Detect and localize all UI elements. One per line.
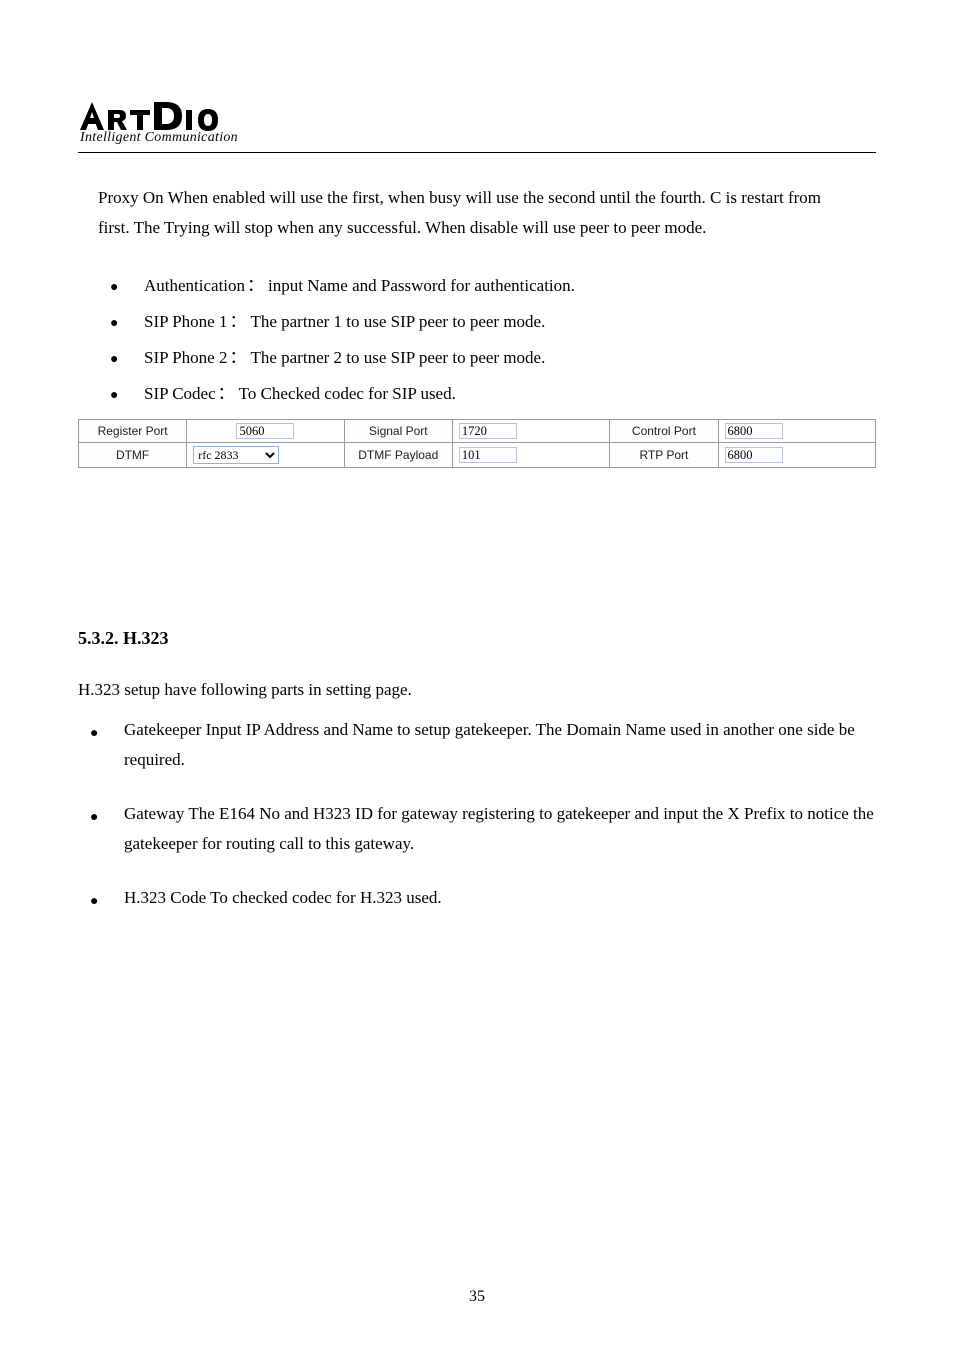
h323-item-label: Gateway <box>124 804 184 823</box>
register-port-input[interactable] <box>236 423 294 439</box>
h323-item-text: To checked codec for H.323 used. <box>210 888 442 907</box>
control-port-input[interactable] <box>725 423 783 439</box>
dtmf-payload-input[interactable] <box>459 447 517 463</box>
control-port-cell <box>718 420 875 443</box>
signal-port-input[interactable] <box>459 423 517 439</box>
register-port-cell <box>187 420 344 443</box>
bullet-colon: ： <box>245 276 268 295</box>
signal-port-label: Signal Port <box>344 420 452 443</box>
dtmf-payload-cell <box>452 443 609 468</box>
bullet-label: SIP Phone 2 <box>144 348 227 367</box>
page-root: Intelligent Communication Proxy On When … <box>0 0 954 1350</box>
bullet-label: SIP Codec <box>144 384 216 403</box>
dtmf-label: DTMF <box>79 443 187 468</box>
header-divider <box>78 152 876 153</box>
h323-bullet-list: Gatekeeper Input IP Address and Name to … <box>78 715 876 913</box>
h323-item-label: Gatekeeper <box>124 720 201 739</box>
rtp-port-label: RTP Port <box>610 443 718 468</box>
h323-item-text: The E164 No and H323 ID for gateway regi… <box>124 804 874 853</box>
bullet-colon: ： <box>227 312 250 331</box>
table-row: DTMF rfc 2833 DTMF Payload RTP Port <box>79 443 876 468</box>
intro-section: Proxy On When enabled will use the first… <box>78 183 876 468</box>
bullet-colon: ： <box>216 384 239 403</box>
h323-item-code: H.323 Code To checked codec for H.323 us… <box>78 883 876 913</box>
h323-item-text: Input IP Address and Name to setup gatek… <box>124 720 855 769</box>
rtp-port-cell <box>718 443 875 468</box>
dtmf-cell: rfc 2833 <box>187 443 344 468</box>
table-row: Register Port Signal Port Control Port <box>79 420 876 443</box>
h323-item-gatekeeper: Gatekeeper Input IP Address and Name to … <box>78 715 876 775</box>
h323-item-body: H.323 Code To checked codec for H.323 us… <box>124 883 876 913</box>
control-port-label: Control Port <box>610 420 718 443</box>
h323-section: 5.3.2. H.323 H.323 setup have following … <box>78 628 876 913</box>
brand-logo: Intelligent Communication <box>78 100 876 146</box>
bullet-colon: ： <box>227 348 250 367</box>
port-settings-table: Register Port Signal Port Control Port D… <box>78 419 876 468</box>
bullet-sip-phone-1: SIP Phone 1：The partner 1 to use SIP pee… <box>98 307 876 337</box>
h323-item-body: Gateway The E164 No and H323 ID for gate… <box>124 799 876 859</box>
bullet-desc: The partner 1 to use SIP peer to peer mo… <box>250 312 545 331</box>
rtp-port-input[interactable] <box>725 447 783 463</box>
bullet-authentication: Authentication：input Name and Password f… <box>98 271 876 301</box>
dtmf-select[interactable]: rfc 2833 <box>193 446 279 464</box>
sip-bullet-list: Authentication：input Name and Password f… <box>98 271 876 409</box>
bullet-desc: To Checked codec for SIP used. <box>239 384 456 403</box>
brand-tagline: Intelligent Communication <box>80 130 876 146</box>
signal-port-cell <box>452 420 609 443</box>
bullet-desc: The partner 2 to use SIP peer to peer mo… <box>250 348 545 367</box>
page-number: 35 <box>0 1288 954 1306</box>
bullet-desc: input Name and Password for authenticati… <box>268 276 575 295</box>
intro-paragraph: Proxy On When enabled will use the first… <box>98 183 856 243</box>
register-port-label: Register Port <box>79 420 187 443</box>
bullet-sip-codec: SIP Codec：To Checked codec for SIP used. <box>98 379 876 409</box>
h323-intro: H.323 setup have following parts in sett… <box>78 675 876 705</box>
bullet-label: SIP Phone 1 <box>144 312 227 331</box>
h323-item-label: H.323 Code <box>124 888 206 907</box>
h323-item-gateway: Gateway The E164 No and H323 ID for gate… <box>78 799 876 859</box>
bullet-sip-phone-2: SIP Phone 2：The partner 2 to use SIP pee… <box>98 343 876 373</box>
h323-item-body: Gatekeeper Input IP Address and Name to … <box>124 715 876 775</box>
bullet-label: Authentication <box>144 276 245 295</box>
dtmf-payload-label: DTMF Payload <box>344 443 452 468</box>
h323-heading: 5.3.2. H.323 <box>78 628 876 649</box>
